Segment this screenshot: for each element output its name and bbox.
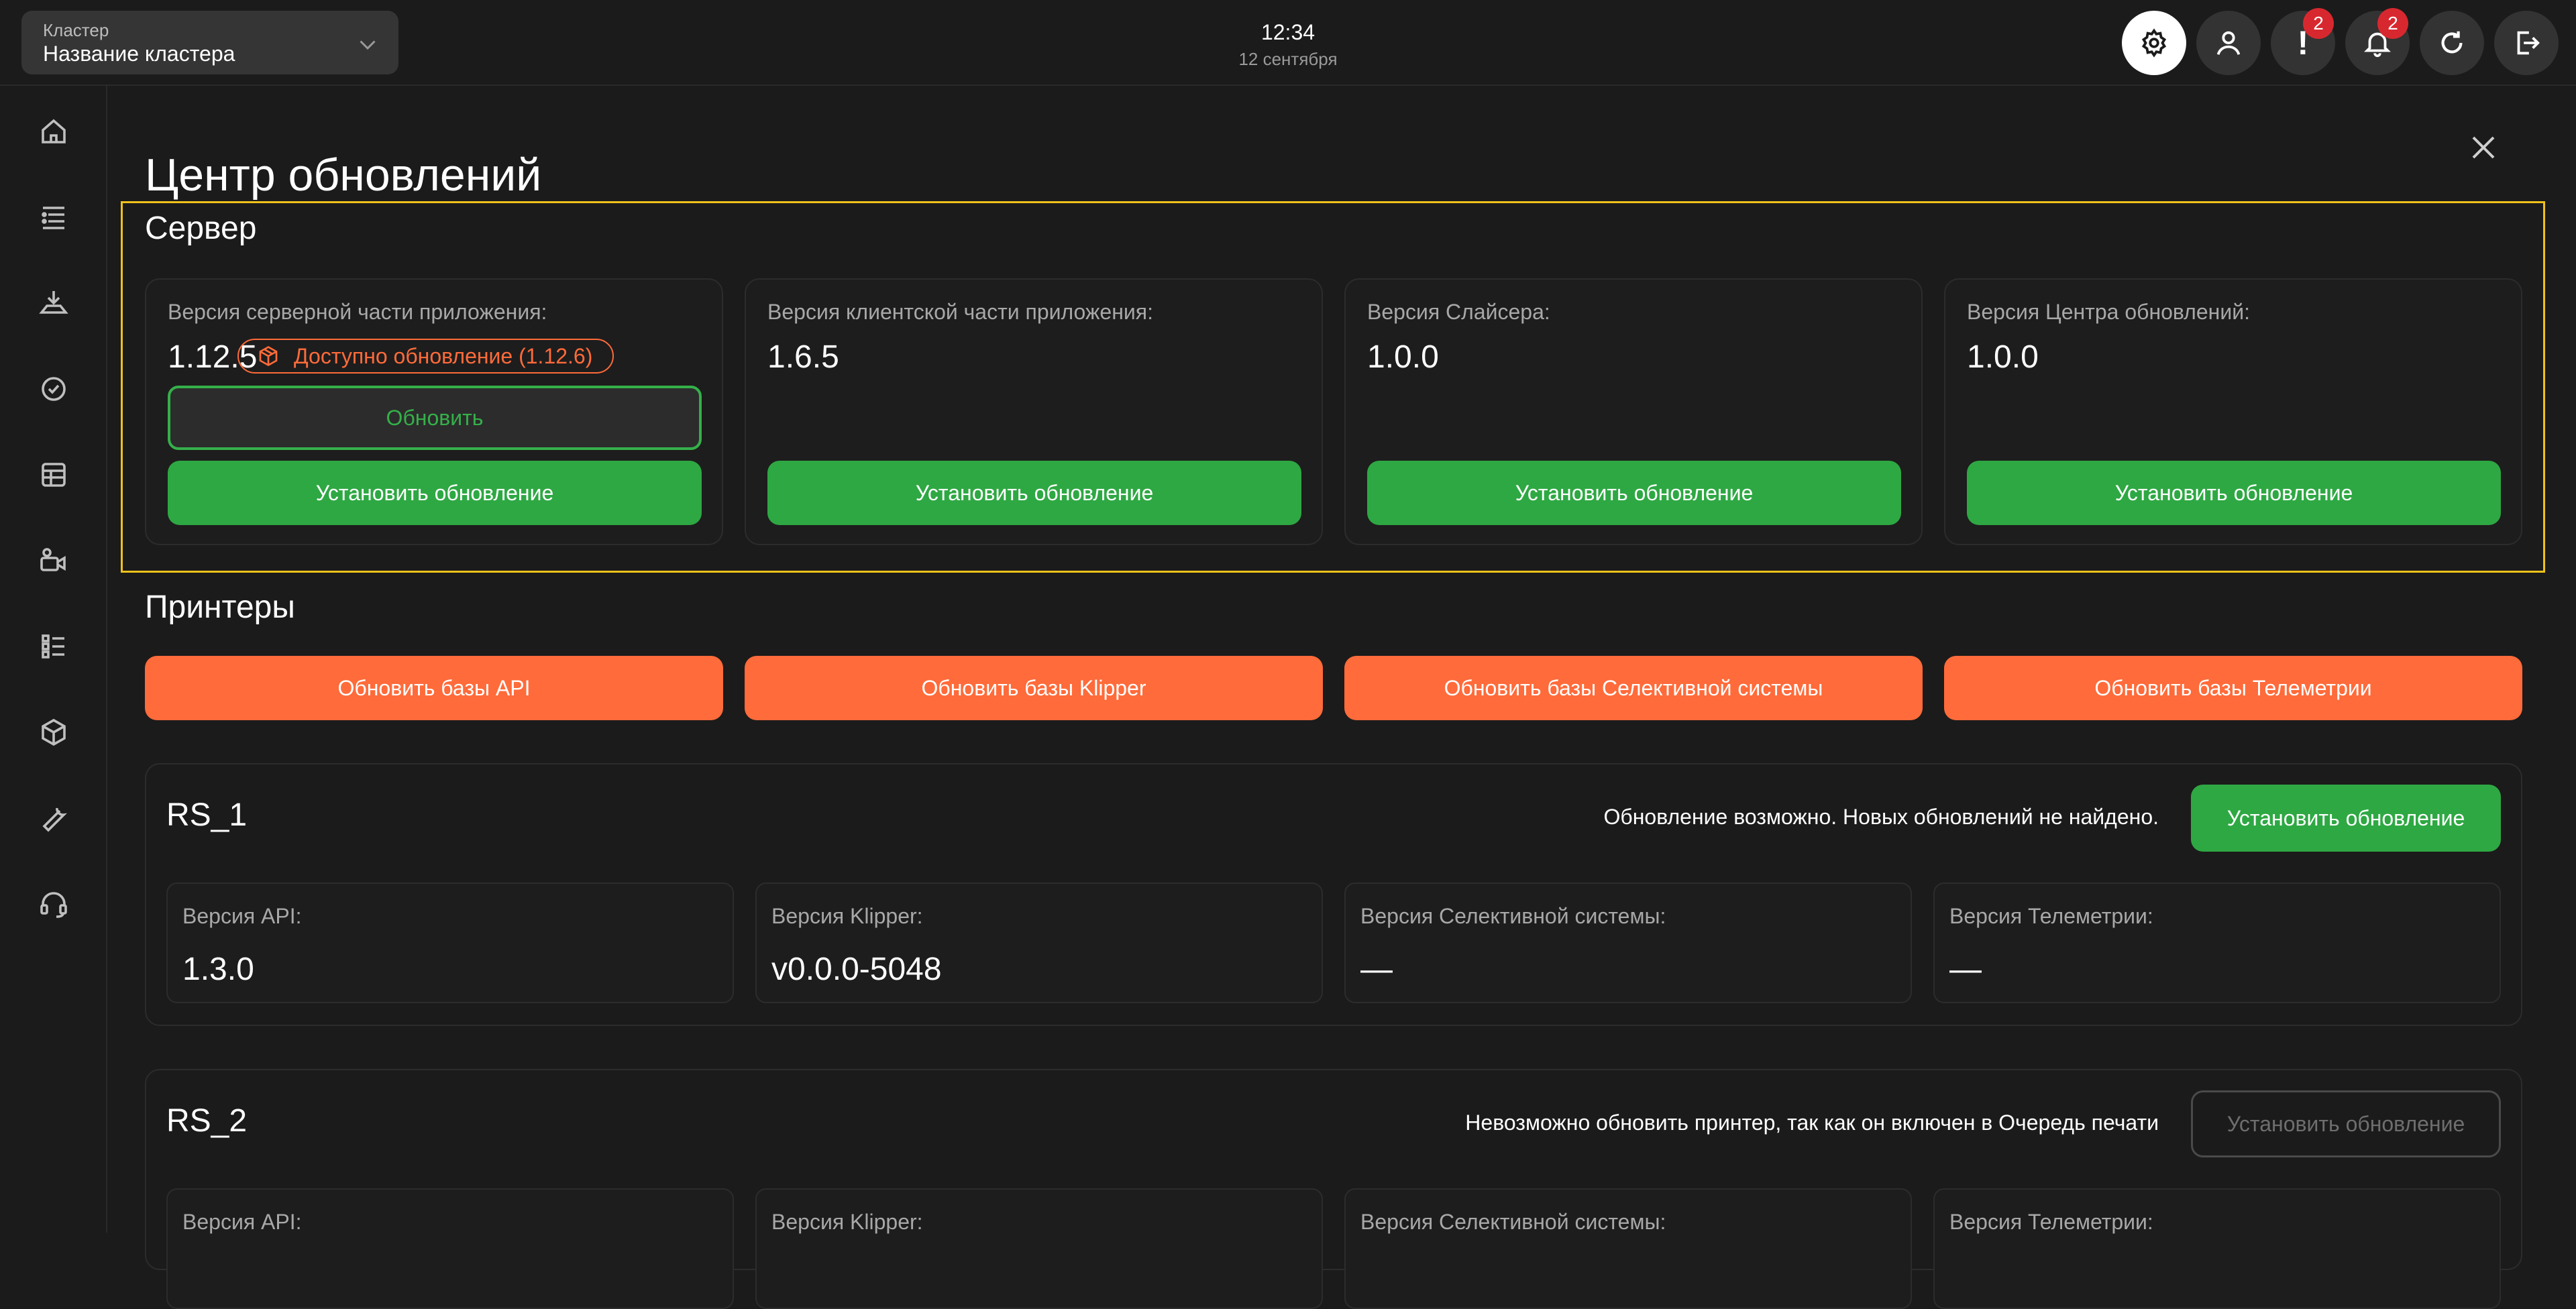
- server-card-backend: Версия серверной части приложения: 1.12.…: [145, 278, 723, 545]
- clock-time: 12:34: [1260, 20, 1316, 44]
- printer-status: Обновление возможно. Новых обновлений не…: [1603, 805, 2159, 829]
- refresh-button[interactable]: [2420, 11, 2484, 75]
- wrench-icon: [42, 807, 67, 832]
- version-label: Версия API:: [182, 904, 302, 928]
- update-available-badge: Доступно обновление (1.12.6): [237, 339, 614, 374]
- version-value: v0.0.0-5048: [771, 952, 942, 987]
- headset-icon: [40, 892, 67, 918]
- gear-icon: [2141, 28, 2167, 58]
- install-update-button[interactable]: Установить обновление: [767, 461, 1301, 525]
- update-klipper-db-button[interactable]: Обновить базы Klipper: [745, 656, 1323, 720]
- alerts-badge: 2: [2303, 8, 2334, 39]
- user-icon: [2216, 31, 2241, 55]
- sidebar-item-printers[interactable]: [35, 284, 72, 322]
- server-card-slicer: Версия Слайсера: 1.0.0 Установить обновл…: [1344, 278, 1923, 545]
- update-telemetry-db-button[interactable]: Обновить базы Телеметрии: [1944, 656, 2522, 720]
- grid-list-icon: [42, 634, 64, 659]
- card-label: Версия серверной части приложения:: [168, 300, 547, 324]
- card-label: Версия Слайсера:: [1367, 300, 1550, 324]
- install-update-button[interactable]: Установить обновление: [1367, 461, 1901, 525]
- version-cell-api: Версия API:: [166, 1188, 734, 1309]
- notifications-button[interactable]: 2: [2345, 8, 2410, 75]
- server-section: Сервер Версия серверной части приложения…: [121, 201, 2545, 573]
- card-version: 1.6.5: [767, 339, 839, 375]
- logout-button[interactable]: [2494, 11, 2559, 75]
- server-section-title: Сервер: [145, 211, 257, 246]
- sidebar-item-tasks[interactable]: [35, 370, 72, 408]
- sidebar-item-service[interactable]: [35, 799, 72, 837]
- server-card-client: Версия клиентской части приложения: 1.6.…: [745, 278, 1323, 545]
- sidebar-item-support[interactable]: [35, 885, 72, 923]
- update-api-db-button[interactable]: Обновить базы API: [145, 656, 723, 720]
- sidebar-item-cameras[interactable]: [35, 542, 72, 579]
- check-circle-icon: [42, 377, 66, 401]
- install-update-button[interactable]: Установить обновление: [2191, 785, 2501, 852]
- printer-status: Невозможно обновить принтер, так как он …: [1465, 1111, 2159, 1135]
- card-version: 1.0.0: [1967, 339, 2039, 375]
- cluster-label: Кластер: [43, 20, 109, 40]
- package-icon: [259, 345, 278, 367]
- install-update-button[interactable]: Установить обновление: [168, 461, 702, 525]
- version-cell-selective: Версия Селективной системы: —: [1344, 883, 1912, 1003]
- card-label: Версия Центра обновлений:: [1967, 300, 2250, 324]
- sidebar-item-home[interactable]: [35, 113, 72, 150]
- version-label: Версия Klipper:: [771, 1210, 923, 1234]
- update-button[interactable]: Обновить: [168, 386, 702, 450]
- printer-name: RS_1: [166, 797, 248, 833]
- version-label: Версия API:: [182, 1210, 302, 1234]
- sidebar: [0, 86, 107, 1233]
- list-icon: [42, 207, 64, 229]
- install-update-button[interactable]: Установить обновление: [2191, 1090, 2501, 1157]
- cluster-selector[interactable]: Кластер Название кластера: [21, 11, 398, 74]
- version-cell-telemetry: Версия Телеметрии:: [1933, 1188, 2501, 1309]
- settings-button[interactable]: [2122, 11, 2186, 75]
- home-icon: [42, 119, 66, 144]
- cube-icon: [42, 718, 66, 746]
- printer-card: RS_1 Обновление возможно. Новых обновлен…: [145, 763, 2522, 1026]
- version-label: Версия Телеметрии:: [1949, 1210, 2153, 1234]
- notifications-badge: 2: [2377, 8, 2408, 39]
- version-label: Версия Селективной системы:: [1360, 904, 1666, 928]
- version-value: —: [1949, 952, 1982, 987]
- version-label: Версия Селективной системы:: [1360, 1210, 1666, 1234]
- update-available-text: Доступно обновление (1.12.6): [294, 343, 593, 368]
- version-cell-klipper: Версия Klipper: v0.0.0-5048: [755, 883, 1323, 1003]
- server-card-update-center: Версия Центра обновлений: 1.0.0 Установи…: [1944, 278, 2522, 545]
- update-selective-db-button[interactable]: Обновить базы Селективной системы: [1344, 656, 1923, 720]
- card-label: Версия клиентской части приложения:: [767, 300, 1153, 324]
- card-version: 1.0.0: [1367, 339, 1439, 375]
- sidebar-item-tables[interactable]: [35, 456, 72, 494]
- cluster-name: Название кластера: [43, 42, 235, 66]
- clock-date: 12 сентября: [1238, 49, 1338, 69]
- profile-button[interactable]: [2196, 11, 2261, 75]
- version-cell-telemetry: Версия Телеметрии: —: [1933, 883, 2501, 1003]
- printer-name: RS_2: [166, 1103, 248, 1139]
- printer-icon: [39, 291, 68, 314]
- page-title: Центр обновлений: [145, 149, 542, 201]
- clock: 12:34 12 сентября: [1221, 20, 1355, 70]
- sidebar-item-catalog[interactable]: [35, 628, 72, 665]
- sidebar-item-models[interactable]: [35, 714, 72, 751]
- version-value: —: [1360, 952, 1393, 987]
- printers-section-title: Принтеры: [145, 589, 295, 625]
- version-cell-selective: Версия Селективной системы:: [1344, 1188, 1912, 1309]
- version-value: 1.3.0: [182, 952, 254, 987]
- version-label: Версия Klipper:: [771, 904, 923, 928]
- top-bar: Кластер Название кластера 12:34 12 сентя…: [0, 0, 2576, 86]
- printer-card: RS_2 Невозможно обновить принтер, так ка…: [145, 1069, 2522, 1309]
- chevron-down-icon: [360, 40, 376, 50]
- install-update-button[interactable]: Установить обновление: [1967, 461, 2501, 525]
- logout-icon: [2517, 31, 2540, 55]
- table-icon: [42, 463, 66, 487]
- close-icon[interactable]: [2463, 127, 2504, 168]
- refresh-icon: [2441, 31, 2463, 54]
- version-cell-api: Версия API: 1.3.0: [166, 883, 734, 1003]
- main-content: Центр обновлений Сервер Версия серверной…: [107, 86, 2576, 1309]
- camera-icon: [40, 548, 66, 571]
- sidebar-item-queue[interactable]: [35, 198, 72, 236]
- alerts-button[interactable]: ! 2: [2271, 8, 2335, 75]
- top-actions: ! 2 2: [2122, 8, 2559, 75]
- version-label: Версия Телеметрии:: [1949, 904, 2153, 928]
- version-cell-klipper: Версия Klipper:: [755, 1188, 1323, 1309]
